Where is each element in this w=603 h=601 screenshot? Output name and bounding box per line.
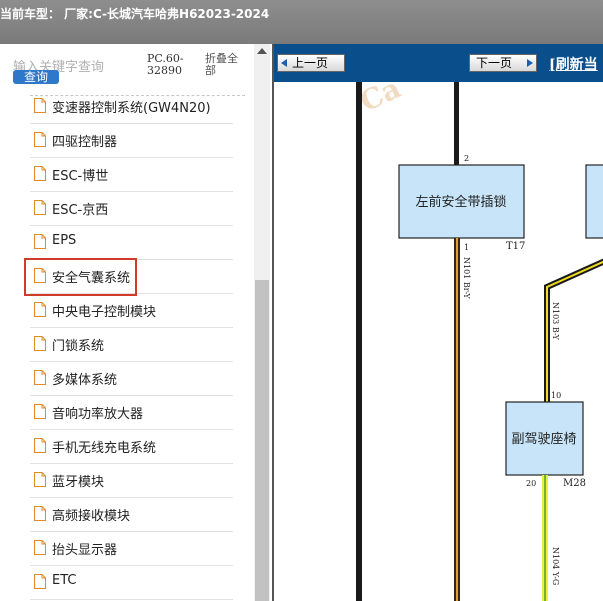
document-icon bbox=[34, 132, 46, 147]
tree-item-label: 蓝牙模块 bbox=[52, 475, 105, 490]
sidebar-scrollbar[interactable] bbox=[254, 44, 270, 601]
document-icon bbox=[34, 234, 46, 249]
document-icon bbox=[34, 438, 46, 453]
tree-item-bluetooth[interactable]: 蓝牙模块 bbox=[0, 464, 250, 498]
collapse-all-button[interactable]: 折叠全部 bbox=[205, 53, 245, 77]
document-icon bbox=[34, 574, 46, 589]
selection-highlight bbox=[24, 258, 137, 296]
tree-item-label: 抬头显示器 bbox=[52, 543, 118, 558]
scroll-up-arrow-icon[interactable] bbox=[257, 48, 267, 54]
pin-label: 2 bbox=[464, 154, 469, 163]
tree-item-door-lock[interactable]: 门锁系统 bbox=[0, 328, 250, 362]
tree-item-label: ESC-京西 bbox=[52, 203, 109, 218]
document-icon bbox=[34, 336, 46, 351]
tree-item-label: 四驱控制器 bbox=[52, 135, 118, 150]
document-icon bbox=[34, 200, 46, 215]
document-icon bbox=[34, 166, 46, 181]
tree-item-label: 手机无线充电系统 bbox=[52, 441, 157, 456]
wire-label: N104 Y-G bbox=[551, 547, 560, 585]
tree-item-esc-jingxi[interactable]: ESC-京西 bbox=[0, 192, 250, 226]
document-icon bbox=[34, 98, 46, 113]
tree-item-esc-bosch[interactable]: ESC-博世 bbox=[0, 158, 250, 192]
pin-label: 10 bbox=[551, 391, 561, 400]
component-label-passenger-seat: 副驾驶座椅 bbox=[511, 432, 576, 447]
diagram-pane: 上一页 下一页 [刷新当 Ca 左前安全带插锁 2 1 T17 N101 Br-… bbox=[272, 44, 603, 601]
tree-item-central-module[interactable]: 中央电子控制模块 bbox=[0, 294, 250, 328]
prev-page-button[interactable]: 上一页 bbox=[277, 54, 345, 72]
component-box-right bbox=[585, 164, 603, 239]
tree-item-rf-receiver[interactable]: 高频接收模块 bbox=[0, 498, 250, 532]
tree-item-label: 高频接收模块 bbox=[52, 509, 131, 524]
wire-black bbox=[356, 82, 362, 601]
wire-top bbox=[454, 82, 459, 166]
connector-label: M28 bbox=[563, 478, 586, 489]
component-label-seatbelt: 左前安全带插锁 bbox=[415, 194, 506, 210]
row-divider bbox=[30, 599, 233, 600]
tree-item-wireless-charging[interactable]: 手机无线充电系统 bbox=[0, 430, 250, 464]
sidebar: 输入关键字查询 查询 PC.60-32890 折叠全部 变速器控制系统(GW4N… bbox=[0, 44, 272, 601]
arrow-left-icon bbox=[281, 59, 287, 67]
tree-item-label: 音响功率放大器 bbox=[52, 407, 144, 422]
tree-item-hud[interactable]: 抬头显示器 bbox=[0, 532, 250, 566]
wire-label: N101 Br-Y bbox=[462, 257, 471, 299]
scroll-thumb[interactable] bbox=[255, 280, 269, 601]
wiring-diagram: Ca 左前安全带插锁 2 1 T17 N101 Br-Y N103 B-Y 10… bbox=[355, 82, 603, 601]
tree-item-amplifier[interactable]: 音响功率放大器 bbox=[0, 396, 250, 430]
tree-item-label: ETC bbox=[52, 573, 77, 588]
tree-item-etc[interactable]: ETC bbox=[0, 566, 250, 600]
current-vehicle-title: 当前车型： 厂家:C-长城汽车哈弗H62023-2024 bbox=[0, 7, 270, 21]
search-button[interactable]: 查询 bbox=[13, 70, 59, 84]
connector-label: T17 bbox=[506, 241, 525, 252]
watermark-text: Ca bbox=[355, 82, 406, 118]
pane-toolbar: 上一页 下一页 [刷新当 bbox=[274, 44, 603, 82]
wire-label: N103 B-Y bbox=[551, 302, 560, 341]
document-icon bbox=[34, 472, 46, 487]
next-page-label: 下一页 bbox=[476, 56, 513, 70]
document-icon bbox=[34, 540, 46, 555]
tree-item-label: 中央电子控制模块 bbox=[52, 305, 157, 320]
tree-item-4wd[interactable]: 四驱控制器 bbox=[0, 124, 250, 158]
document-icon bbox=[34, 302, 46, 317]
title-bar: 当前车型： 厂家:C-长城汽车哈弗H62023-2024 bbox=[0, 0, 603, 44]
tree-item-label: EPS bbox=[52, 233, 77, 248]
tree-item-label: 多媒体系统 bbox=[52, 373, 118, 388]
tree-item-label: ESC-博世 bbox=[52, 169, 109, 184]
prev-page-label: 上一页 bbox=[292, 56, 329, 70]
document-icon bbox=[34, 404, 46, 419]
next-page-button[interactable]: 下一页 bbox=[469, 54, 537, 72]
tree-item-label: 门锁系统 bbox=[52, 339, 105, 354]
tree-item-multimedia[interactable]: 多媒体系统 bbox=[0, 362, 250, 396]
pc-code-label: PC.60-32890 bbox=[147, 52, 184, 77]
document-icon bbox=[34, 506, 46, 521]
tree-item-label: 变速器控制系统(GW4N20) bbox=[52, 101, 211, 116]
tree-item-eps[interactable]: EPS bbox=[0, 226, 250, 260]
pin-label: 20 bbox=[526, 479, 536, 488]
refresh-link[interactable]: [刷新当 bbox=[549, 54, 598, 74]
tree-item-transmission[interactable]: 变速器控制系统(GW4N20) bbox=[0, 90, 250, 124]
arrow-right-icon bbox=[527, 59, 533, 67]
pin-label: 1 bbox=[464, 243, 469, 252]
document-icon bbox=[34, 370, 46, 385]
